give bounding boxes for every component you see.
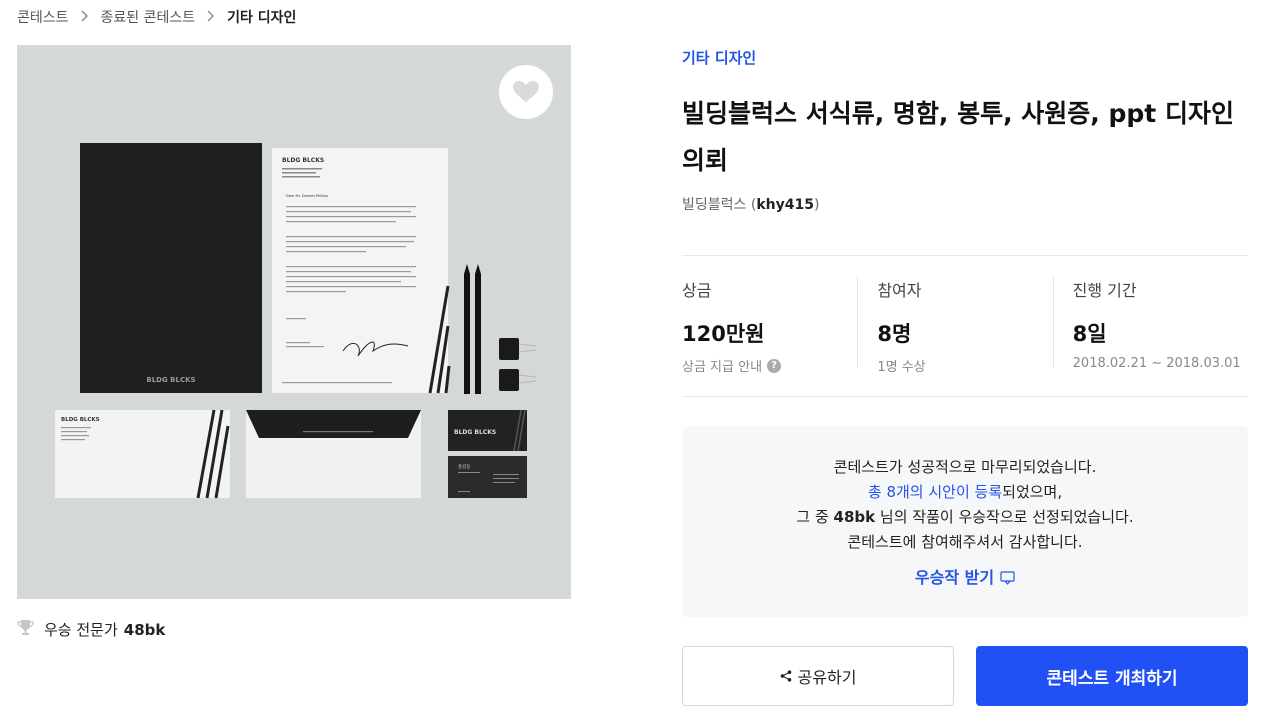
stat-prize-sub: 상금 지급 안내	[682, 360, 763, 375]
result-line-2: 총 8개의 시안이 등록되었으며,	[682, 480, 1248, 505]
get-winning-work-link[interactable]: 우승작 받기	[915, 565, 1015, 590]
stat-prize-value: 120만원	[682, 322, 765, 346]
prize-info-link[interactable]: 상금 지급 안내 ?	[682, 356, 857, 375]
host-id: khy415	[756, 197, 814, 213]
host-name: 빌딩블럭스	[682, 197, 747, 213]
breadcrumb-item-contest[interactable]: 콘테스트	[17, 7, 69, 27]
download-icon	[1000, 570, 1015, 585]
stat-participants-value: 8명	[877, 322, 912, 346]
result-panel: 콘테스트가 성공적으로 마무리되었습니다. 총 8개의 시안이 등록되었으며, …	[682, 426, 1248, 617]
help-icon[interactable]: ?	[767, 358, 782, 373]
chevron-right-icon	[81, 10, 89, 25]
stat-participants: 참여자 8명 1명 수상	[857, 256, 1052, 396]
winner-expert: 우승 전문가 48bk	[17, 619, 165, 640]
result-line-2-rest: 되었으며,	[1002, 483, 1063, 501]
entries-link[interactable]: 총 8개의 시안이 등록	[868, 483, 1002, 501]
heart-icon	[513, 81, 539, 102]
share-button[interactable]: 공유하기	[682, 646, 954, 706]
stat-period-label: 진행 기간	[1072, 281, 1137, 300]
envelope-brand-text: BLDG BLCKS	[61, 417, 100, 423]
breadcrumb-item-current[interactable]: 기타 디자인	[227, 7, 296, 27]
stat-prize-label: 상금	[682, 281, 712, 300]
stat-period-value: 8일	[1072, 322, 1107, 346]
trophy-icon	[17, 619, 34, 640]
stationery-mockup-image: BLDG BLCKS BLDG BLCKS Dear Mr. Daniels P…	[18, 46, 570, 598]
share-icon	[780, 670, 791, 682]
chevron-right-icon	[207, 10, 215, 25]
winner-name[interactable]: 48bk	[124, 621, 166, 639]
contest-stats: 상금 120만원 상금 지급 안내 ? 참여자 8명 1명 수상 진행 기간 8…	[682, 255, 1248, 397]
get-winning-work-label: 우승작 받기	[914, 568, 995, 587]
folder-brand-text: BLDG BLCKS	[146, 376, 195, 384]
letterhead-brand-text: BLDG BLCKS	[282, 157, 324, 164]
breadcrumb: 콘테스트 종료된 콘테스트 기타 디자인	[17, 7, 296, 27]
contest-title: 빌딩블럭스 서식류, 명함, 봉투, 사원증, ppt 디자인 의뢰	[682, 99, 1234, 175]
contest-image[interactable]: BLDG BLCKS BLDG BLCKS Dear Mr. Daniels P…	[17, 45, 571, 599]
result-winner-name: 48bk	[833, 508, 876, 526]
result-line-4: 콘테스트에 참여해주셔서 감사합니다.	[847, 533, 1083, 551]
stat-prize: 상금 120만원 상금 지급 안내 ?	[682, 256, 857, 396]
result-line-1: 콘테스트가 성공적으로 마무리되었습니다.	[833, 458, 1097, 476]
winner-label: 우승 전문가	[44, 621, 118, 639]
result-line-3-rest: 님의 작품이 우승작으로 선정되었습니다.	[879, 508, 1134, 526]
stat-period: 진행 기간 8일 2018.02.21 ~ 2018.03.01	[1052, 256, 1248, 396]
share-label: 공유하기	[797, 668, 857, 687]
contest-host[interactable]: 빌딩블럭스 (khy415)	[682, 194, 819, 214]
result-line-3: 그 중 48bk 님의 작품이 우승작으로 선정되었습니다.	[682, 505, 1248, 530]
contest-category[interactable]: 기타 디자인	[682, 47, 756, 68]
breadcrumb-item-ended[interactable]: 종료된 콘테스트	[101, 7, 196, 27]
stat-participants-sub: 1명 수상	[877, 360, 926, 375]
letter-greeting-text: Dear Mr. Daniels Phillips	[286, 194, 328, 198]
card-name-text: 홍길동	[458, 463, 470, 470]
result-line-3-pre: 그 중	[796, 508, 829, 526]
stat-period-sub: 2018.02.21 ~ 2018.03.01	[1072, 356, 1241, 371]
host-contest-button[interactable]: 콘테스트 개최하기	[976, 646, 1248, 706]
card-front-brand-text: BLDG BLCKS	[454, 429, 496, 436]
stat-participants-label: 참여자	[877, 281, 922, 300]
like-button[interactable]	[499, 65, 553, 119]
